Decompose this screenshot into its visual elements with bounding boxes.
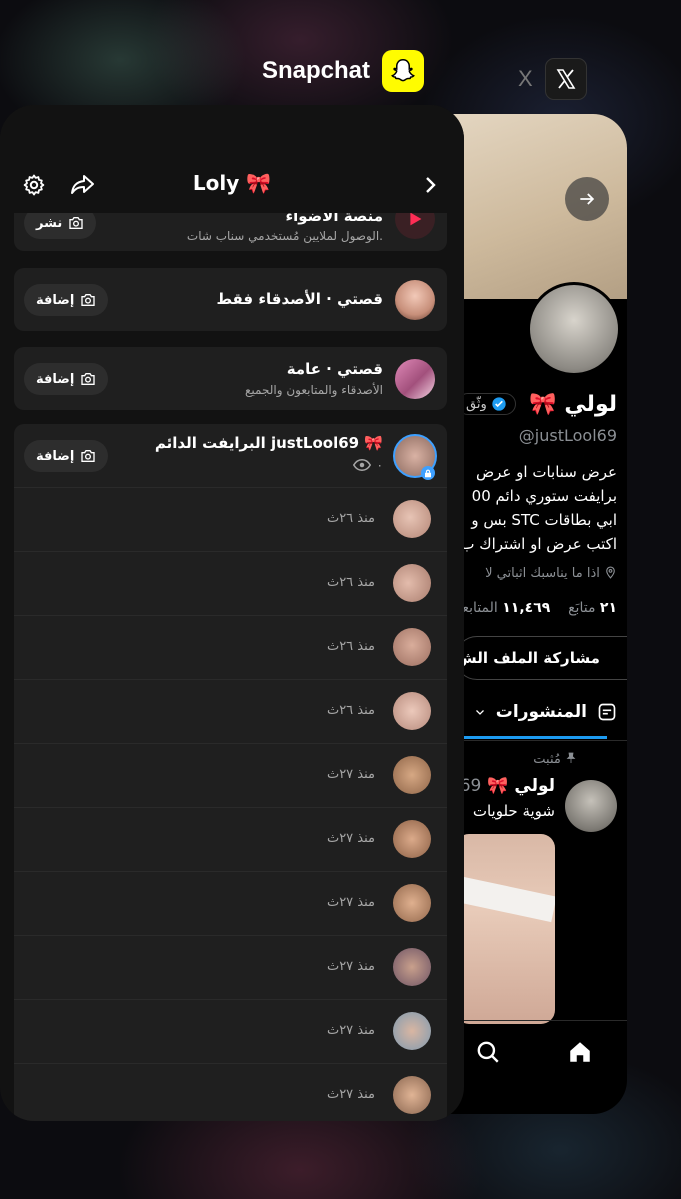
snap-time: منذ ٢٧ث <box>326 895 375 910</box>
snap-time: منذ ٢٧ث <box>326 1023 375 1038</box>
snap-time: منذ ٢٧ث <box>326 767 375 782</box>
verified-badge[interactable]: وثّق <box>457 393 516 415</box>
private-story-card: البرايفت الدائم justLool69 🎀 ٠ إضافة منذ… <box>14 424 447 1121</box>
story-public-subtitle: الأصدقاء والمتابعون والجميع <box>245 383 383 397</box>
add-label: إضافة <box>36 448 75 464</box>
camera-icon <box>81 294 95 306</box>
page-title: Loly 🎀 <box>192 171 272 195</box>
snapchat-app-card[interactable]: Loly 🎀 منصة الأضواء الوصول لملايين مُستخ… <box>0 105 464 1121</box>
snapchat-app-name: Snapchat <box>262 57 371 84</box>
snap-thumbnail <box>393 756 431 794</box>
search-icon[interactable] <box>475 1039 501 1069</box>
private-story-views: ٠ <box>352 458 383 472</box>
snap-row[interactable]: منذ ٢٧ث <box>14 935 447 999</box>
snap-time: منذ ٢٧ث <box>326 1087 375 1102</box>
snap-header: Loly 🎀 <box>0 105 464 213</box>
snap-row[interactable]: منذ ٢٧ث <box>14 807 447 871</box>
profile-avatar[interactable] <box>527 282 621 376</box>
profile-handle: @justLool69 <box>518 426 617 445</box>
snap-row[interactable]: منذ ٢٧ث <box>14 743 447 807</box>
camera-icon <box>81 373 95 385</box>
verified-check-icon <box>492 397 506 411</box>
snap-time: منذ ٢٦ث <box>326 639 375 654</box>
snap-time: منذ ٢٧ث <box>326 959 375 974</box>
post-avatar[interactable] <box>565 780 617 832</box>
following-label: متابَع <box>568 600 596 616</box>
snap-thumbnail <box>393 628 431 666</box>
profile-stats[interactable]: ٢١ متابَع ١١,٤٦٩ المتابعون <box>445 600 617 616</box>
bitmoji-avatar <box>395 280 435 320</box>
camera-icon <box>69 217 83 229</box>
chevron-right-icon[interactable] <box>418 173 442 201</box>
spotlight-subtitle: الوصول لملايين مُستخدمي سناب شات. <box>186 229 383 243</box>
story-friends-title: قصتي · الأصدقاء فقط <box>216 290 383 308</box>
add-public-story-button[interactable]: إضافة <box>24 363 109 395</box>
private-story-title: البرايفت الدائم justLool69 🎀 <box>154 434 383 452</box>
post-image[interactable] <box>455 834 555 1024</box>
eye-icon <box>352 459 371 471</box>
snap-thumbnail <box>393 820 431 858</box>
snap-row[interactable]: منذ ٢٦ث <box>14 551 447 615</box>
snap-thumbnail <box>393 564 431 602</box>
snapchat-app-label: Snapchat <box>262 50 425 92</box>
story-public-title: قصتي · عامة <box>286 360 383 378</box>
post-text: شوية حلويات <box>472 802 555 820</box>
share-profile-button[interactable]: مشاركة الملف الش <box>455 636 627 680</box>
lock-icon <box>421 466 435 480</box>
pinned-label: مُثبت <box>533 752 577 767</box>
snap-thumbnail <box>393 948 431 986</box>
snap-row[interactable]: منذ ٢٧ث <box>14 999 447 1063</box>
snap-row[interactable]: منذ ٢٦ث <box>14 487 447 551</box>
forward-arrow-icon[interactable] <box>565 177 609 221</box>
snap-time: منذ ٢٦ث <box>326 703 375 718</box>
camera-icon <box>81 450 95 462</box>
verified-partial-text: وثّق <box>466 396 487 412</box>
tab-posts[interactable]: المنشورات <box>474 702 617 722</box>
snap-row[interactable]: منذ ٢٦ث <box>14 615 447 679</box>
snap-thumbnail <box>393 500 431 538</box>
chevron-down-icon <box>475 710 484 715</box>
pinned-text: مُثبت <box>533 752 561 767</box>
post-author-name: لولي 🎀 <box>487 776 555 796</box>
snap-row[interactable]: منذ ٢٧ث <box>14 1063 447 1121</box>
add-private-story-button[interactable]: إضافة <box>24 440 109 472</box>
profile-location: اذا ما يناسبك اثباتي لا <box>485 566 617 581</box>
home-icon[interactable] <box>567 1039 593 1069</box>
views-count: ٠ <box>376 458 383 472</box>
add-label: إضافة <box>36 292 75 308</box>
snap-row[interactable]: منذ ٢٦ث <box>14 679 447 743</box>
post-author: لولي 🎀 69 <box>460 776 555 796</box>
snap-thumbnail <box>393 1076 431 1114</box>
snap-thumbnail <box>393 884 431 922</box>
snap-thumbnail <box>393 692 431 730</box>
story-friends-row[interactable]: قصتي · الأصدقاء فقط إضافة <box>14 268 447 331</box>
posts-tab-icon <box>598 703 616 721</box>
snapchat-ghost-icon <box>382 50 425 92</box>
x-app-name: X <box>518 66 533 91</box>
story-avatar <box>395 359 435 399</box>
following-count: ٢١ <box>599 600 617 616</box>
location-text: اذا ما يناسبك اثباتي لا <box>485 566 600 581</box>
add-label: إضافة <box>36 371 75 387</box>
x-logo-icon <box>544 58 587 100</box>
story-public-row[interactable]: قصتي · عامة الأصدقاء والمتابعون والجميع … <box>14 347 447 410</box>
x-app-label: X <box>518 58 587 100</box>
private-story-header[interactable]: البرايفت الدائم justLool69 🎀 ٠ إضافة <box>14 424 447 487</box>
pin-icon <box>566 752 576 763</box>
location-pin-icon <box>606 566 615 579</box>
snap-time: منذ ٢٧ث <box>326 831 375 846</box>
tab-indicator <box>457 736 607 739</box>
followers-count: ١١,٤٦٩ <box>502 600 551 616</box>
add-friends-story-button[interactable]: إضافة <box>24 284 109 316</box>
snap-time: منذ ٢٦ث <box>326 511 375 526</box>
snap-time: منذ ٢٦ث <box>326 575 375 590</box>
profile-name: لولي 🎀 <box>529 392 617 417</box>
snap-thumbnail <box>393 1012 431 1050</box>
snap-row[interactable]: منذ ٢٧ث <box>14 871 447 935</box>
spotlight-action-label: نشر <box>36 215 63 231</box>
posts-tab-label: المنشورات <box>495 702 587 722</box>
